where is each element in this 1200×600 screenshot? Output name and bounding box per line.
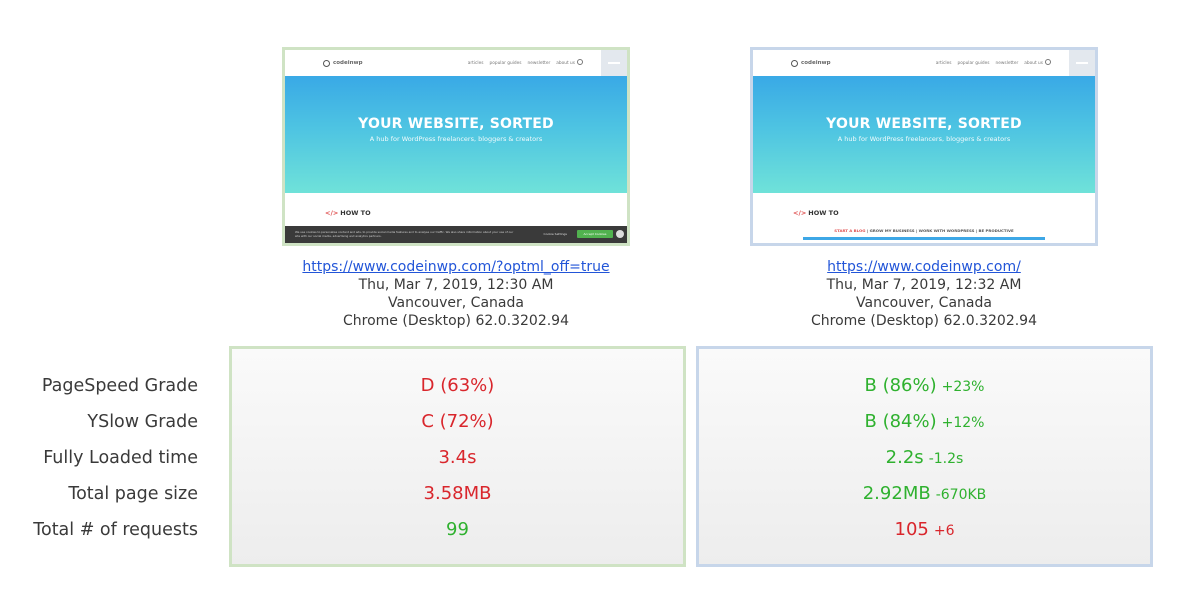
thumb-category-tabs: START A BLOG | GROW MY BUSINESS | WORK W… — [834, 228, 1014, 233]
metric-delta: +12% — [941, 415, 985, 431]
thumb-cookie-accept: Accept Cookies — [577, 230, 613, 238]
codeinwp-logo: codeinwp — [791, 59, 831, 67]
codeinwp-logo: codeinwp — [323, 59, 363, 67]
metric-label-page-size: Total page size — [68, 484, 198, 504]
logo-icon — [323, 59, 330, 67]
metric-loaded-time-left: 3.4s — [438, 447, 477, 468]
logo-icon — [791, 59, 798, 67]
search-icon — [577, 59, 583, 65]
test-location-right: Vancouver, Canada — [856, 295, 992, 311]
metric-delta: -670KB — [935, 487, 987, 503]
close-icon — [616, 230, 624, 238]
metric-delta: +6 — [933, 523, 955, 539]
metric-loaded-time-right: 2.2s -1.2s — [699, 440, 1150, 476]
test-info-right: https://www.codeinwp.com/ Thu, Mar 7, 20… — [750, 258, 1098, 330]
metric-label-pagespeed: PageSpeed Grade — [41, 376, 198, 396]
thumb-tab: GROW MY BUSINESS — [869, 228, 915, 233]
metric-delta: -1.2s — [928, 451, 964, 467]
search-icon — [1045, 59, 1051, 65]
thumb-menu-item: newsletter — [527, 60, 551, 66]
thumb-menu-item: articles — [935, 60, 952, 66]
thumb-hero-subtitle: A hub for WordPress freelancers, blogger… — [837, 135, 1011, 143]
metric-label-loaded-time: Fully Loaded time — [43, 448, 198, 468]
thumb-tab-underline — [803, 237, 1045, 240]
thumb-navbar: codeinwp articles popular guides newslet… — [753, 50, 1095, 76]
metric-delta: +23% — [941, 379, 985, 395]
thumb-tab: WORK WITH WORDPRESS — [918, 228, 975, 233]
thumb-menu-item: popular guides — [489, 60, 522, 66]
thumb-hero-subtitle: A hub for WordPress freelancers, blogger… — [369, 135, 543, 143]
metric-labels: PageSpeed Grade YSlow Grade Fully Loaded… — [0, 368, 198, 548]
test-date-right: Thu, Mar 7, 2019, 12:32 AM — [826, 277, 1022, 293]
thumb-menu-item: popular guides — [957, 60, 990, 66]
test-browser-right: Chrome (Desktop) 62.0.3202.94 — [811, 313, 1037, 329]
metric-value: 105 — [894, 519, 929, 540]
metric-yslow-left: C (72%) — [421, 411, 494, 432]
metrics-box-right: B (86%) +23% B (84%) +12% 2.2s -1.2s 2.92MB… — [696, 346, 1153, 567]
hamburger-menu-icon — [1069, 50, 1095, 76]
metric-value: 2.92MB — [862, 483, 931, 504]
metric-page-size-left: 3.58MB — [423, 483, 492, 504]
test-location-left: Vancouver, Canada — [388, 295, 524, 311]
screenshot-thumbnail-optimized[interactable]: codeinwp articles popular guides newslet… — [750, 47, 1098, 246]
thumb-section-heading: </> HOW TO — [793, 209, 839, 217]
thumb-cookie-bar: We use cookies to personalise content an… — [285, 226, 627, 243]
thumb-hero-title: YOUR WEBSITE, SORTED — [826, 116, 1022, 132]
thumb-hero-title: YOUR WEBSITE, SORTED — [358, 116, 554, 132]
thumb-cookie-settings: Cookie Settings — [543, 232, 567, 236]
metric-requests-left: 99 — [446, 519, 469, 540]
thumb-menu-item: about us — [1024, 60, 1043, 66]
metric-pagespeed-right: B (86%) +23% — [699, 368, 1150, 404]
metric-label-yslow: YSlow Grade — [87, 412, 198, 432]
test-browser-left: Chrome (Desktop) 62.0.3202.94 — [343, 313, 569, 329]
thumb-menu-item: about us — [556, 60, 575, 66]
test-url-link-right[interactable]: https://www.codeinwp.com/ — [827, 259, 1021, 275]
metric-yslow-right: B (84%) +12% — [699, 404, 1150, 440]
thumb-hero-banner: YOUR WEBSITE, SORTED A hub for WordPress… — [753, 76, 1095, 193]
thumb-menu: articles popular guides newsletter about… — [936, 61, 1043, 66]
thumb-menu: articles popular guides newsletter about… — [468, 61, 575, 66]
metric-page-size-right: 2.92MB -670KB — [699, 476, 1150, 512]
metrics-box-left: D (63%) C (72%) 3.4s 3.58MB 99 — [229, 346, 686, 567]
metric-pagespeed-left: D (63%) — [420, 375, 495, 396]
thumb-section-heading: </> HOW TO — [325, 209, 371, 217]
test-date-left: Thu, Mar 7, 2019, 12:30 AM — [358, 277, 554, 293]
thumb-menu-item: newsletter — [995, 60, 1019, 66]
thumb-tab: START A BLOG — [834, 228, 866, 233]
screenshot-thumbnail-optimized-off[interactable]: codeinwp articles popular guides newslet… — [282, 47, 630, 246]
metric-label-requests: Total # of requests — [33, 520, 198, 540]
test-url-link-left[interactable]: https://www.codeinwp.com/?optml_off=true — [302, 259, 609, 275]
thumb-hero-banner: YOUR WEBSITE, SORTED A hub for WordPress… — [285, 76, 627, 193]
metric-value: B (84%) — [864, 411, 937, 432]
metric-value: 2.2s — [885, 447, 924, 468]
test-info-left: https://www.codeinwp.com/?optml_off=true… — [282, 258, 630, 330]
thumb-tab: BE PRODUCTIVE — [978, 228, 1014, 233]
thumb-navbar: codeinwp articles popular guides newslet… — [285, 50, 627, 76]
hamburger-menu-icon — [601, 50, 627, 76]
thumb-cookie-text: We use cookies to personalise content an… — [295, 230, 514, 239]
thumb-menu-item: articles — [467, 60, 484, 66]
code-icon: </> — [793, 209, 807, 217]
metric-requests-right: 105 +6 — [699, 512, 1150, 548]
code-icon: </> — [325, 209, 339, 217]
metric-value: B (86%) — [864, 375, 937, 396]
